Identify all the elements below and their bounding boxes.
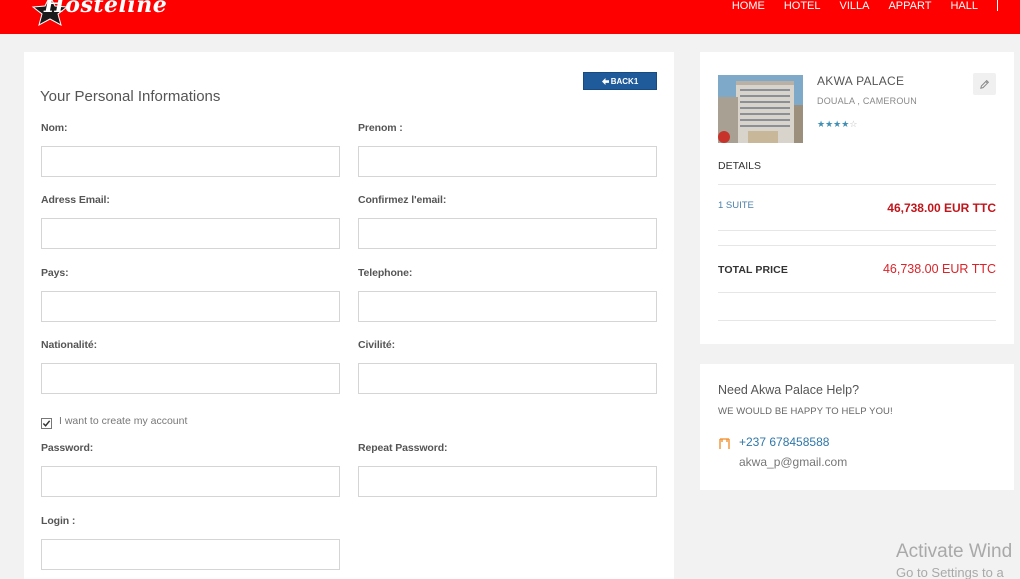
hotel-rating: ★★★★☆	[817, 119, 857, 130]
divider	[718, 320, 996, 321]
main-nav: HOME HOTEL VILLA APPART HALL	[713, 0, 978, 14]
help-email[interactable]: akwa_p@gmail.com	[739, 455, 847, 469]
create-account-checkbox[interactable]	[41, 418, 52, 429]
divider	[718, 292, 996, 293]
telephone-input[interactable]	[358, 291, 657, 322]
civilite-label: Civilité:	[358, 339, 396, 351]
pays-input[interactable]	[41, 291, 340, 322]
nationalite-input[interactable]	[41, 363, 340, 394]
nav-home[interactable]: HOME	[732, 0, 765, 14]
pencil-icon	[980, 79, 990, 89]
details-heading: DETAILS	[718, 160, 761, 172]
line-item-label: 1 SUITE	[718, 200, 754, 211]
nav-hall[interactable]: HALL	[950, 0, 978, 14]
hotel-location: DOUALA , CAMEROUN	[817, 96, 917, 106]
hotel-name: AKWA PALACE	[817, 74, 905, 88]
password-label: Password:	[41, 442, 94, 454]
confirm-email-input[interactable]	[358, 218, 657, 249]
star-icon: ★	[817, 119, 826, 129]
nav-appart[interactable]: APPART	[888, 0, 931, 14]
phone-icon	[719, 438, 730, 449]
login-input[interactable]	[41, 539, 340, 570]
total-label: TOTAL PRICE	[718, 264, 788, 276]
nav-divider	[997, 0, 998, 11]
help-subtitle: WE WOULD BE HAPPY TO HELP YOU!	[718, 406, 893, 417]
top-bar: Hosteline HOME HOTEL VILLA APPART HALL	[0, 0, 1020, 34]
hotel-photo	[718, 75, 803, 143]
nav-hotel[interactable]: HOTEL	[784, 0, 821, 14]
login-label: Login :	[41, 515, 76, 527]
form-title: Your Personal Informations	[40, 88, 221, 105]
create-account-label[interactable]: I want to create my account	[59, 415, 187, 427]
star-icon: ★	[825, 119, 834, 129]
nom-input[interactable]	[41, 146, 340, 177]
prenom-label: Prenom :	[358, 122, 403, 134]
help-title: Need Akwa Palace Help?	[718, 383, 860, 397]
email-label: Adress Email:	[41, 194, 110, 206]
activation-watermark-title: Activate Wind	[896, 541, 1013, 562]
brand-name: Hosteline	[44, 0, 168, 18]
telephone-label: Telephone:	[358, 267, 413, 279]
star-empty-icon: ☆	[849, 119, 858, 129]
repeat-password-input[interactable]	[358, 466, 657, 497]
edit-button[interactable]	[973, 73, 996, 95]
divider	[718, 245, 996, 246]
password-input[interactable]	[41, 466, 340, 497]
nom-label: Nom:	[41, 122, 68, 134]
total-price: 46,738.00 EUR TTC	[882, 262, 996, 276]
activation-watermark-subtitle: Go to Settings to a	[896, 565, 1004, 579]
email-input[interactable]	[41, 218, 340, 249]
repeat-password-label: Repeat Password:	[358, 442, 448, 454]
help-phone[interactable]: +237 678458588	[739, 435, 829, 449]
civilite-input[interactable]	[358, 363, 657, 394]
back-button-label: BACK1	[610, 76, 639, 86]
arrow-left-icon	[601, 77, 609, 85]
prenom-input[interactable]	[358, 146, 657, 177]
back-button[interactable]: BACK1	[583, 72, 657, 90]
nationalite-label: Nationalité:	[41, 339, 97, 351]
confirm-email-label: Confirmez l'email:	[358, 194, 447, 206]
divider	[718, 230, 996, 231]
line-item-price: 46,738.00 EUR TTC	[887, 201, 996, 215]
divider	[718, 184, 996, 185]
check-icon	[42, 420, 51, 427]
pays-label: Pays:	[41, 267, 69, 279]
nav-villa[interactable]: VILLA	[840, 0, 870, 14]
